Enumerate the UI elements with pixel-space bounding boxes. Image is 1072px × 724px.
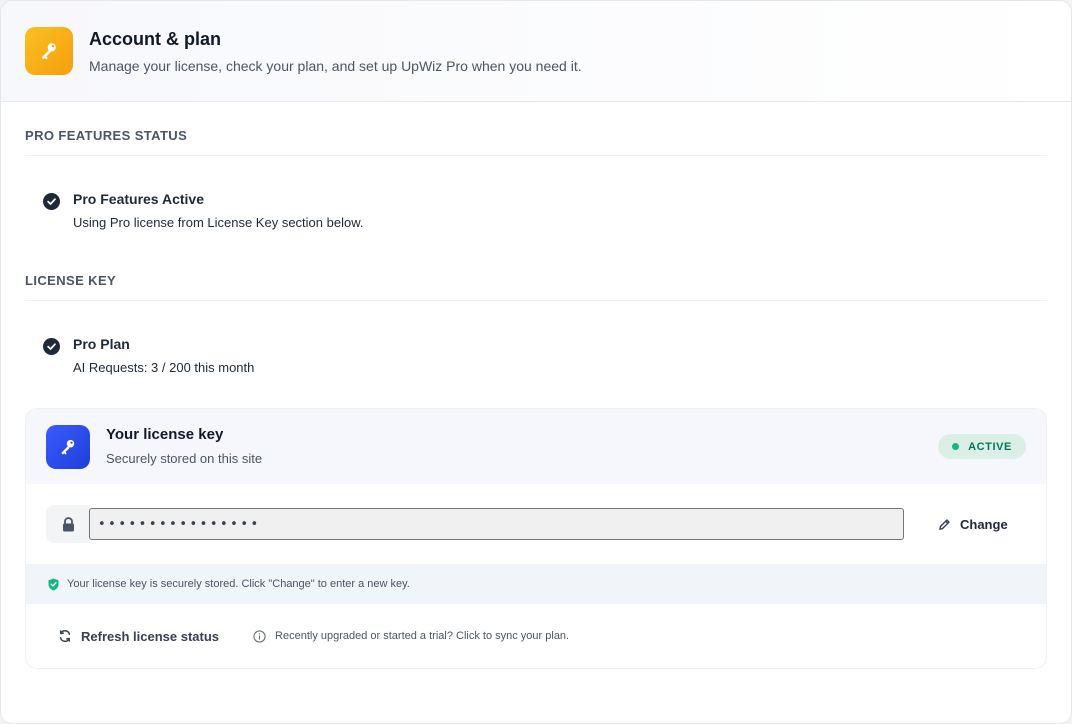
check-circle-icon: [43, 193, 60, 210]
pro-features-status: Pro Features Active Using Pro license fr…: [25, 156, 1047, 273]
section-title-license-key: LICENSE KEY: [25, 273, 1047, 301]
license-key-card: Your license key Securely stored on this…: [25, 408, 1047, 669]
section-title-pro-status: PRO FEATURES STATUS: [25, 102, 1047, 156]
check-circle-icon: [43, 338, 60, 355]
plan-status: Pro Plan AI Requests: 3 / 200 this month: [25, 301, 1047, 408]
license-key-row: Change: [26, 484, 1046, 564]
page-title: Account & plan: [89, 29, 222, 49]
refresh-hint-text: Recently upgraded or started a trial? Cl…: [275, 630, 570, 642]
license-card-header: Your license key Securely stored on this…: [26, 409, 1046, 484]
pencil-icon: [939, 518, 950, 530]
page-subtitle: Manage your license, check your plan, an…: [89, 58, 582, 74]
change-key-label: Change: [960, 516, 1008, 532]
account-plan-panel: Account & plan Manage your license, chec…: [0, 0, 1072, 724]
license-card-title: Your license key: [106, 426, 224, 443]
status-dot-icon: [952, 443, 960, 450]
security-notice: Your license key is securely stored. Cli…: [26, 564, 1046, 604]
refresh-license-label: Refresh license status: [81, 628, 220, 644]
status-badge: ACTIVE: [938, 434, 1026, 459]
key-icon: [25, 27, 73, 75]
security-notice-text: Your license key is securely stored. Cli…: [67, 578, 410, 590]
change-key-button[interactable]: Change: [938, 517, 1008, 532]
pro-features-title: Pro Features Active: [73, 191, 204, 207]
info-icon: [253, 629, 266, 643]
pro-features-description: Using Pro license from License Key secti…: [73, 215, 364, 230]
refresh-license-button[interactable]: Refresh license status: [58, 629, 219, 644]
panel-header: Account & plan Manage your license, chec…: [1, 1, 1071, 102]
plan-title: Pro Plan: [73, 336, 130, 352]
license-key-section: LICENSE KEY Pro Plan AI Requests: 3 / 20…: [1, 273, 1071, 408]
plan-usage: AI Requests: 3 / 200 this month: [73, 360, 255, 375]
status-badge-label: ACTIVE: [968, 440, 1012, 453]
license-card-subtitle: Securely stored on this site: [106, 451, 263, 466]
refresh-row: Refresh license status Recently upgraded…: [26, 604, 1046, 668]
key-icon: [46, 424, 90, 469]
lock-icon: [46, 505, 90, 543]
license-key-input[interactable]: [89, 508, 904, 540]
refresh-hint: Recently upgraded or started a trial? Cl…: [253, 629, 570, 643]
shield-check-icon: [48, 578, 59, 590]
refresh-icon: [59, 629, 71, 643]
pro-features-section: PRO FEATURES STATUS Pro Features Active …: [1, 102, 1071, 273]
